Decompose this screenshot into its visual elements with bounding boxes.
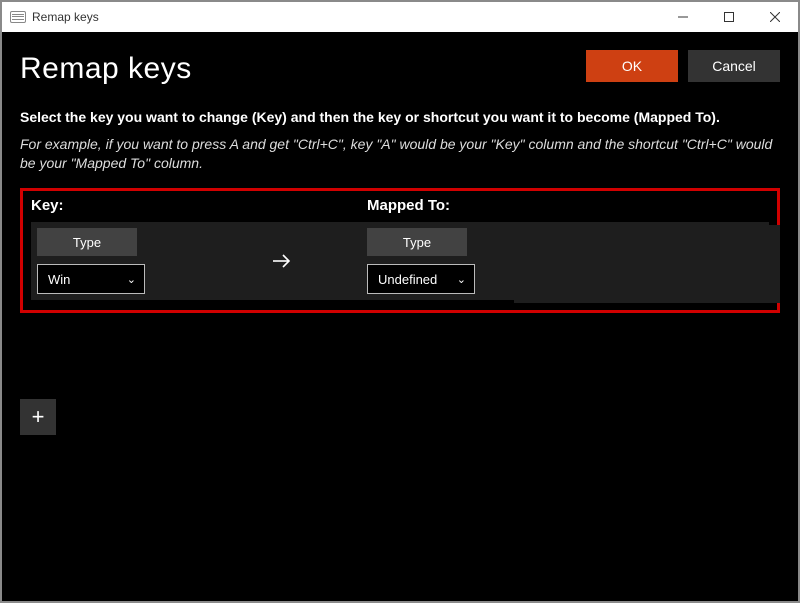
chevron-down-icon: ⌄ bbox=[457, 273, 466, 286]
key-column: Type Win ⌄ bbox=[37, 228, 197, 294]
key-select-value: Win bbox=[48, 272, 70, 287]
mapping-section-highlight: Key: Mapped To: Type Win ⌄ Type U bbox=[20, 188, 780, 313]
window-controls bbox=[660, 2, 798, 32]
key-column-header: Key: bbox=[31, 197, 367, 214]
chevron-down-icon: ⌄ bbox=[127, 273, 136, 286]
close-button[interactable] bbox=[752, 2, 798, 32]
ok-button[interactable]: OK bbox=[586, 50, 678, 82]
key-type-button[interactable]: Type bbox=[37, 228, 137, 256]
app-icon bbox=[10, 11, 26, 23]
key-select[interactable]: Win ⌄ bbox=[37, 264, 145, 294]
page-title: Remap keys bbox=[20, 52, 192, 86]
header-row: Remap keys OK Cancel bbox=[20, 46, 780, 86]
column-headers: Key: Mapped To: bbox=[31, 197, 769, 214]
minimize-button[interactable] bbox=[660, 2, 706, 32]
example-text: For example, if you want to press A and … bbox=[20, 135, 780, 174]
mapped-select[interactable]: Undefined ⌄ bbox=[367, 264, 475, 294]
mapped-type-button[interactable]: Type bbox=[367, 228, 467, 256]
instructions-text: Select the key you want to change (Key) … bbox=[20, 108, 780, 127]
add-row-button[interactable]: + bbox=[20, 399, 56, 435]
mapped-select-value: Undefined bbox=[378, 272, 437, 287]
close-icon bbox=[770, 12, 780, 22]
app-window: Remap keys Remap keys OK Cancel Select t… bbox=[0, 0, 800, 603]
window-title: Remap keys bbox=[32, 10, 660, 24]
maximize-icon bbox=[724, 12, 734, 22]
plus-icon: + bbox=[32, 404, 45, 430]
cancel-button[interactable]: Cancel bbox=[688, 50, 780, 82]
minimize-icon bbox=[678, 12, 688, 22]
mapped-column: Type Undefined ⌄ bbox=[367, 228, 527, 294]
mapping-row: Type Win ⌄ Type Undefined ⌄ bbox=[31, 222, 769, 300]
content-area: Remap keys OK Cancel Select the key you … bbox=[2, 32, 798, 601]
arrow-separator bbox=[197, 250, 367, 272]
mapped-column-header: Mapped To: bbox=[367, 197, 450, 214]
titlebar: Remap keys bbox=[2, 2, 798, 32]
arrow-right-icon bbox=[271, 250, 293, 272]
maximize-button[interactable] bbox=[706, 2, 752, 32]
dialog-buttons: OK Cancel bbox=[586, 50, 780, 82]
